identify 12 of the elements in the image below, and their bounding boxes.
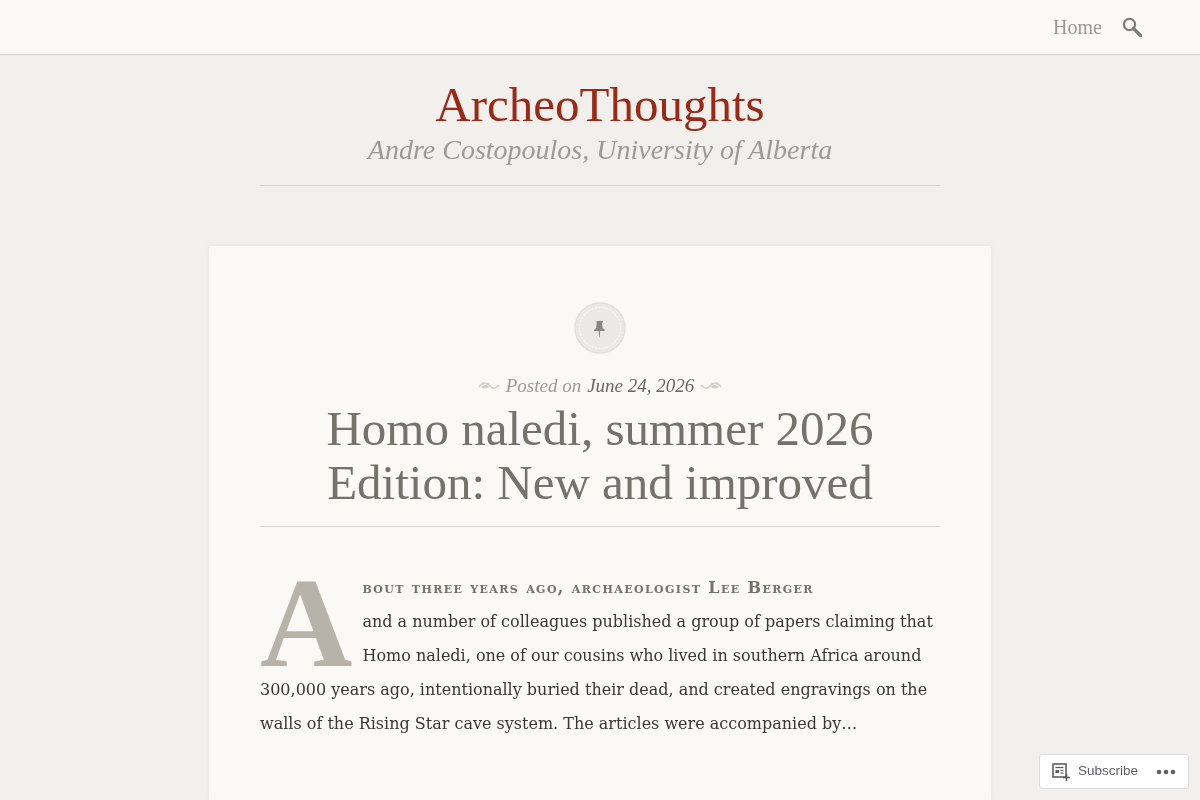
flourish-icon [700,381,723,391]
search-icon[interactable] [1122,17,1142,37]
site-tagline: Andre Costopoulos, University of Alberta [367,133,833,167]
post-date-link[interactable]: June 24, 2026 [587,374,695,398]
flourish-icon [477,381,500,391]
site-title[interactable]: ArcheoThoughts [435,77,765,133]
more-icon[interactable] [1156,768,1176,775]
posted-label: Posted on [505,374,582,398]
nav-link[interactable]: Home [1053,12,1102,42]
post-title[interactable]: Homo naledi, summer 2026 Edition: New and improved [300,402,900,510]
subscribe-button[interactable]: Subscribe [1077,761,1148,782]
reader-plus-icon[interactable] [1051,762,1070,781]
